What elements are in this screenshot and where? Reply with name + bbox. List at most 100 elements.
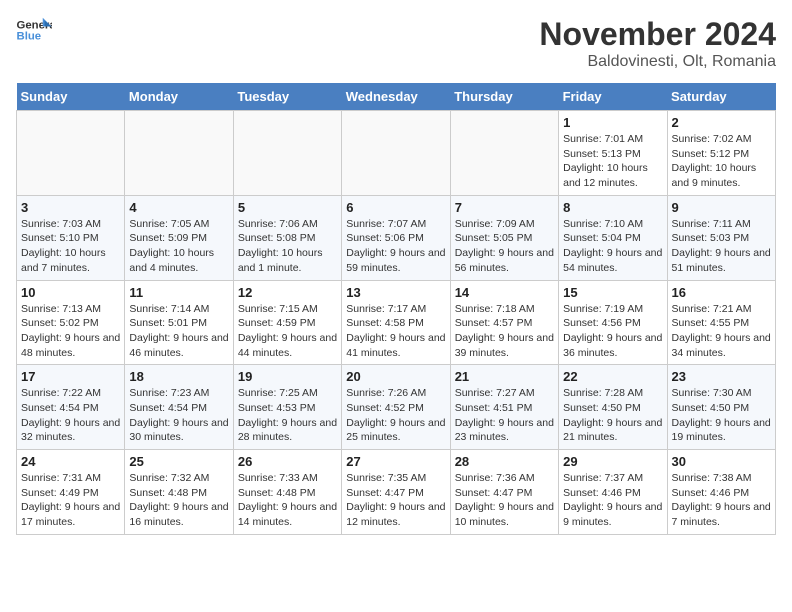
calendar-cell: 14 Sunrise: 7:18 AM Sunset: 4:57 PM Dayli…: [450, 280, 558, 365]
day-header-saturday: Saturday: [667, 83, 775, 111]
calendar-cell: [233, 111, 341, 196]
calendar-cell: 27Sunrise: 7:35 AM Sunset: 4:47 PM Dayli…: [342, 450, 450, 535]
calendar-cell: 28 Sunrise: 7:36 AM Sunset: 4:47 PM Dayli…: [450, 450, 558, 535]
day-number: 18: [129, 369, 228, 384]
calendar-cell: 1 Sunrise: 7:01 AM Sunset: 5:13 PM Daylig…: [559, 111, 667, 196]
day-info: Sunrise: 7:37 AM Sunset: 4:46 PM Dayligh…: [563, 471, 662, 530]
calendar-week-1: 1 Sunrise: 7:01 AM Sunset: 5:13 PM Daylig…: [17, 111, 776, 196]
day-number: 29: [563, 454, 662, 469]
day-number: 21: [455, 369, 554, 384]
calendar-cell: 26 Sunrise: 7:33 AM Sunset: 4:48 PM Dayli…: [233, 450, 341, 535]
day-number: 2: [672, 115, 771, 130]
month-title: November 2024: [539, 16, 776, 53]
day-info: Sunrise: 7:35 AM Sunset: 4:47 PM Dayligh…: [346, 471, 445, 530]
calendar-cell: 2 Sunrise: 7:02 AM Sunset: 5:12 PM Daylig…: [667, 111, 775, 196]
calendar-cell: 20 Sunrise: 7:26 AM Sunset: 4:52 PM Dayli…: [342, 365, 450, 450]
day-number: 1: [563, 115, 662, 130]
day-info: Sunrise: 7:33 AM Sunset: 4:48 PM Dayligh…: [238, 471, 337, 530]
day-number: 5: [238, 200, 337, 215]
calendar-cell: 29 Sunrise: 7:37 AM Sunset: 4:46 PM Dayli…: [559, 450, 667, 535]
day-info: Sunrise: 7:17 AM Sunset: 4:58 PM Dayligh…: [346, 302, 445, 361]
calendar-cell: 5 Sunrise: 7:06 AM Sunset: 5:08 PM Daylig…: [233, 195, 341, 280]
day-number: 4: [129, 200, 228, 215]
page-header: General Blue November 2024 Baldovinesti,…: [16, 16, 776, 71]
day-header-tuesday: Tuesday: [233, 83, 341, 111]
calendar-cell: [125, 111, 233, 196]
day-info: Sunrise: 7:14 AM Sunset: 5:01 PM Dayligh…: [129, 302, 228, 361]
day-number: 8: [563, 200, 662, 215]
day-info: Sunrise: 7:23 AM Sunset: 4:54 PM Dayligh…: [129, 386, 228, 445]
day-number: 15: [563, 285, 662, 300]
calendar-table: SundayMondayTuesdayWednesdayThursdayFrid…: [16, 83, 776, 535]
day-info: Sunrise: 7:09 AM Sunset: 5:05 PM Dayligh…: [455, 217, 554, 276]
day-info: Sunrise: 7:25 AM Sunset: 4:53 PM Dayligh…: [238, 386, 337, 445]
calendar-cell: 21 Sunrise: 7:27 AM Sunset: 4:51 PM Dayli…: [450, 365, 558, 450]
calendar-week-5: 24 Sunrise: 7:31 AM Sunset: 4:49 PM Dayli…: [17, 450, 776, 535]
calendar-cell: [450, 111, 558, 196]
day-number: 25: [129, 454, 228, 469]
title-section: November 2024 Baldovinesti, Olt, Romania: [539, 16, 776, 71]
day-info: Sunrise: 7:18 AM Sunset: 4:57 PM Dayligh…: [455, 302, 554, 361]
day-number: 13: [346, 285, 445, 300]
day-info: Sunrise: 7:32 AM Sunset: 4:48 PM Dayligh…: [129, 471, 228, 530]
calendar-cell: 3Sunrise: 7:03 AM Sunset: 5:10 PM Daylig…: [17, 195, 125, 280]
day-info: Sunrise: 7:38 AM Sunset: 4:46 PM Dayligh…: [672, 471, 771, 530]
calendar-cell: 8Sunrise: 7:10 AM Sunset: 5:04 PM Daylig…: [559, 195, 667, 280]
calendar-cell: 7Sunrise: 7:09 AM Sunset: 5:05 PM Daylig…: [450, 195, 558, 280]
calendar-cell: 6 Sunrise: 7:07 AM Sunset: 5:06 PM Daylig…: [342, 195, 450, 280]
calendar-cell: 9 Sunrise: 7:11 AM Sunset: 5:03 PM Daylig…: [667, 195, 775, 280]
calendar-cell: 24 Sunrise: 7:31 AM Sunset: 4:49 PM Dayli…: [17, 450, 125, 535]
day-info: Sunrise: 7:13 AM Sunset: 5:02 PM Dayligh…: [21, 302, 120, 361]
day-number: 22: [563, 369, 662, 384]
calendar-cell: 16 Sunrise: 7:21 AM Sunset: 4:55 PM Dayli…: [667, 280, 775, 365]
day-number: 23: [672, 369, 771, 384]
calendar-cell: 11 Sunrise: 7:14 AM Sunset: 5:01 PM Dayli…: [125, 280, 233, 365]
day-number: 9: [672, 200, 771, 215]
day-number: 16: [672, 285, 771, 300]
calendar-cell: 22Sunrise: 7:28 AM Sunset: 4:50 PM Dayli…: [559, 365, 667, 450]
day-header-sunday: Sunday: [17, 83, 125, 111]
calendar-cell: 4Sunrise: 7:05 AM Sunset: 5:09 PM Daylig…: [125, 195, 233, 280]
day-header-thursday: Thursday: [450, 83, 558, 111]
day-number: 28: [455, 454, 554, 469]
day-info: Sunrise: 7:22 AM Sunset: 4:54 PM Dayligh…: [21, 386, 120, 445]
calendar-cell: 30 Sunrise: 7:38 AM Sunset: 4:46 PM Dayli…: [667, 450, 775, 535]
day-info: Sunrise: 7:07 AM Sunset: 5:06 PM Dayligh…: [346, 217, 445, 276]
calendar-cell: 23Sunrise: 7:30 AM Sunset: 4:50 PM Dayli…: [667, 365, 775, 450]
calendar-cell: 18 Sunrise: 7:23 AM Sunset: 4:54 PM Dayli…: [125, 365, 233, 450]
calendar-cell: 25 Sunrise: 7:32 AM Sunset: 4:48 PM Dayli…: [125, 450, 233, 535]
day-number: 24: [21, 454, 120, 469]
day-info: Sunrise: 7:19 AM Sunset: 4:56 PM Dayligh…: [563, 302, 662, 361]
day-number: 11: [129, 285, 228, 300]
svg-text:Blue: Blue: [17, 31, 42, 43]
calendar-cell: 17 Sunrise: 7:22 AM Sunset: 4:54 PM Dayli…: [17, 365, 125, 450]
calendar-header-row: SundayMondayTuesdayWednesdayThursdayFrid…: [17, 83, 776, 111]
day-number: 20: [346, 369, 445, 384]
day-number: 6: [346, 200, 445, 215]
calendar-cell: 15 Sunrise: 7:19 AM Sunset: 4:56 PM Dayli…: [559, 280, 667, 365]
day-info: Sunrise: 7:27 AM Sunset: 4:51 PM Dayligh…: [455, 386, 554, 445]
day-header-monday: Monday: [125, 83, 233, 111]
calendar-week-3: 10 Sunrise: 7:13 AM Sunset: 5:02 PM Dayli…: [17, 280, 776, 365]
calendar-cell: [17, 111, 125, 196]
day-number: 26: [238, 454, 337, 469]
calendar-cell: 13 Sunrise: 7:17 AM Sunset: 4:58 PM Dayli…: [342, 280, 450, 365]
day-info: Sunrise: 7:21 AM Sunset: 4:55 PM Dayligh…: [672, 302, 771, 361]
calendar-cell: 19 Sunrise: 7:25 AM Sunset: 4:53 PM Dayli…: [233, 365, 341, 450]
day-info: Sunrise: 7:36 AM Sunset: 4:47 PM Dayligh…: [455, 471, 554, 530]
day-number: 10: [21, 285, 120, 300]
day-info: Sunrise: 7:06 AM Sunset: 5:08 PM Dayligh…: [238, 217, 337, 276]
day-info: Sunrise: 7:11 AM Sunset: 5:03 PM Dayligh…: [672, 217, 771, 276]
day-number: 19: [238, 369, 337, 384]
day-number: 30: [672, 454, 771, 469]
day-info: Sunrise: 7:02 AM Sunset: 5:12 PM Dayligh…: [672, 132, 771, 191]
day-info: Sunrise: 7:31 AM Sunset: 4:49 PM Dayligh…: [21, 471, 120, 530]
day-header-friday: Friday: [559, 83, 667, 111]
day-number: 14: [455, 285, 554, 300]
day-number: 3: [21, 200, 120, 215]
calendar-week-2: 3Sunrise: 7:03 AM Sunset: 5:10 PM Daylig…: [17, 195, 776, 280]
day-number: 17: [21, 369, 120, 384]
day-info: Sunrise: 7:01 AM Sunset: 5:13 PM Dayligh…: [563, 132, 662, 191]
day-info: Sunrise: 7:15 AM Sunset: 4:59 PM Dayligh…: [238, 302, 337, 361]
day-info: Sunrise: 7:26 AM Sunset: 4:52 PM Dayligh…: [346, 386, 445, 445]
